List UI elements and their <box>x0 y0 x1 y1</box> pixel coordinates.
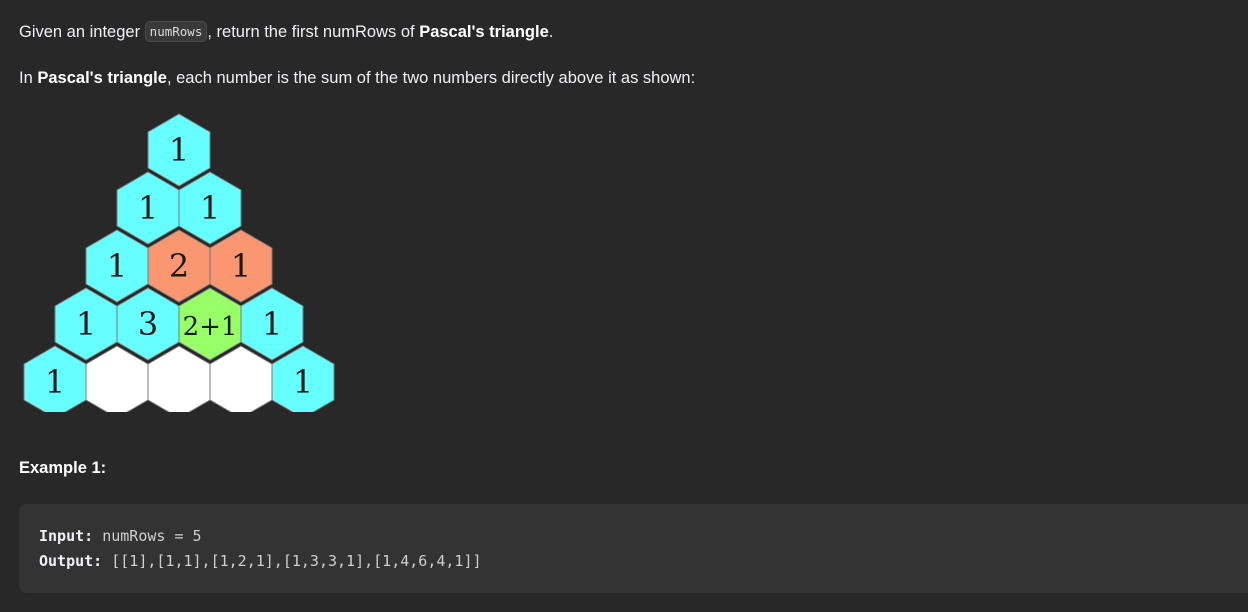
rule-paragraph: In Pascal's triangle, each number is the… <box>19 66 695 90</box>
hexagon-label: 1 <box>262 305 282 343</box>
rule-suffix: , each number is the sum of the two numb… <box>166 69 696 87</box>
input-value: numRows = 5 <box>93 527 202 545</box>
hexagon-label: 1 <box>200 189 220 227</box>
rule-prefix: In <box>19 69 38 87</box>
hexagon-label: 1 <box>45 363 65 401</box>
hexagon-label: 1 <box>293 363 313 401</box>
hexagon-label: 1 <box>231 247 251 285</box>
input-label: Input: <box>39 527 94 545</box>
intro-bold-term: Pascal's triangle <box>419 23 549 41</box>
hexagon-cell <box>85 345 149 412</box>
hexagon-label: 1 <box>107 247 127 285</box>
rule-bold-term: Pascal's triangle <box>37 69 167 87</box>
pascal-triangle-image: 1 1 1 1 2 1 1 3 2+1 1 1 1 <box>22 112 342 412</box>
hexagon-label: 1 <box>76 305 96 343</box>
intro-middle: , return the first numRows of <box>207 23 420 41</box>
intro-paragraph: Given an integer numRows, return the fir… <box>19 20 553 45</box>
example-title: Example 1: <box>19 459 107 477</box>
hexagon-label: 3 <box>138 305 158 343</box>
intro-prefix: Given an integer <box>19 23 145 41</box>
intro-suffix: . <box>548 23 554 41</box>
numrows-code: numRows <box>144 21 208 42</box>
hexagon-label: 2+1 <box>183 312 238 342</box>
hexagon-label: 1 <box>138 189 158 227</box>
example-input-line: Input: numRows = 5 <box>39 524 1228 549</box>
pascal-triangle-svg: 11 11 2 11 3 2+1 11 1 <box>23 113 335 412</box>
output-value: [[1],[1,1],[1,2,1],[1,3,3,1],[1,4,6,4,1]… <box>102 552 482 570</box>
hexagon-label: 2 <box>169 247 189 285</box>
hexagon-cell <box>209 345 273 412</box>
example-output-line: Output: [[1],[1,1],[1,2,1],[1,3,3,1],[1,… <box>39 549 1228 574</box>
hexagon-cell <box>147 345 211 412</box>
hexagon-label: 1 <box>169 131 189 169</box>
output-label: Output: <box>39 552 103 570</box>
example-block: Input: numRows = 5 Output: [[1],[1,1],[1… <box>19 504 1248 593</box>
